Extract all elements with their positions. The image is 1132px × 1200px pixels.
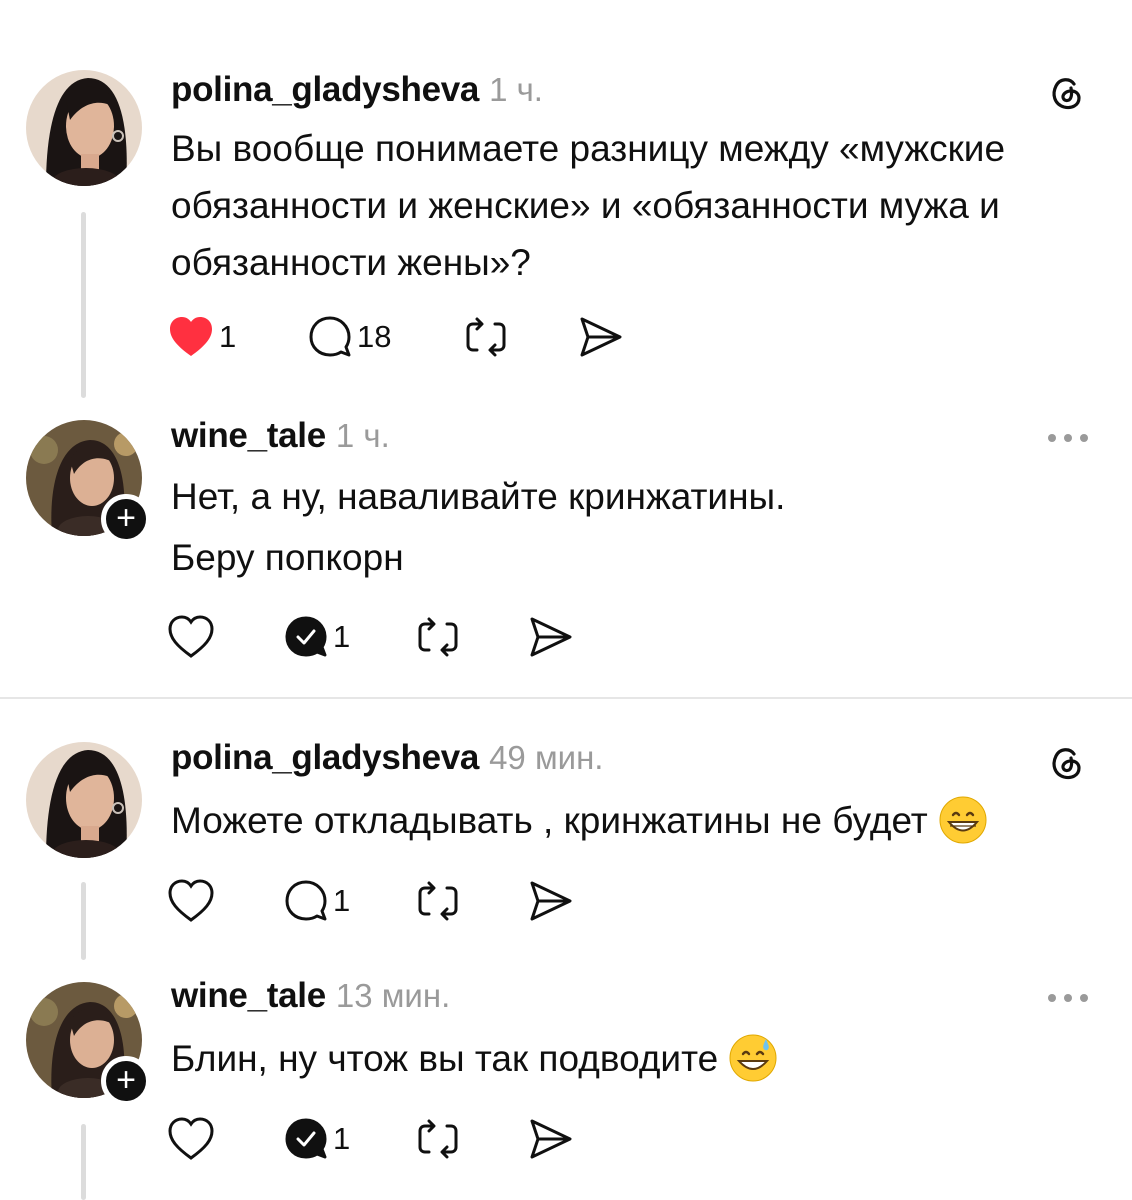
post-text-content: Можете откладывать , кринжатины не будет bbox=[171, 800, 928, 841]
post-text-line: Вы вообще понимаете разницу между «мужск… bbox=[171, 128, 1006, 169]
timestamp: 1 ч. bbox=[489, 71, 543, 108]
like-button[interactable] bbox=[167, 612, 215, 662]
repost-button[interactable] bbox=[463, 312, 509, 362]
like-button[interactable]: 1 bbox=[167, 312, 236, 362]
post-text: Можете откладывать , кринжатины не будет bbox=[171, 792, 1111, 849]
post-header: polina_gladysheva 49 мин. bbox=[171, 738, 603, 784]
like-button[interactable] bbox=[167, 876, 215, 926]
reply-button[interactable]: 1 bbox=[283, 1114, 350, 1164]
thread-line bbox=[81, 882, 86, 960]
follow-button[interactable]: + bbox=[101, 1056, 151, 1106]
username[interactable]: wine_tale bbox=[171, 416, 326, 456]
share-button[interactable] bbox=[527, 1114, 575, 1164]
reply-button[interactable]: 1 bbox=[283, 876, 350, 926]
comment-icon bbox=[285, 880, 327, 921]
like-count: 1 bbox=[219, 319, 237, 354]
reply-count: 1 bbox=[333, 619, 351, 654]
threads-logo-icon[interactable] bbox=[1044, 740, 1088, 784]
share-button[interactable] bbox=[527, 876, 575, 926]
divider bbox=[0, 697, 1132, 699]
grinning-face-with-sweat-emoji bbox=[729, 1034, 777, 1082]
repost-icon bbox=[418, 881, 458, 921]
action-bar: 1 18 bbox=[167, 312, 637, 362]
action-bar: 1 bbox=[167, 1114, 587, 1164]
repost-button[interactable] bbox=[415, 612, 461, 662]
post-text-line: Беру попкорн bbox=[171, 537, 404, 578]
heart-icon bbox=[168, 615, 214, 658]
post-text-content: Блин, ну чтож вы так подводите bbox=[171, 1038, 719, 1079]
thread-line bbox=[81, 212, 86, 398]
repost-button[interactable] bbox=[415, 1114, 461, 1164]
repost-icon bbox=[418, 1119, 458, 1159]
repost-button[interactable] bbox=[415, 876, 461, 926]
send-icon bbox=[530, 617, 572, 657]
action-bar: 1 bbox=[167, 612, 587, 662]
post-text: Нет, а ну, наваливайте кринжатины. Беру … bbox=[171, 468, 1111, 586]
send-icon bbox=[580, 317, 622, 357]
timestamp: 49 мин. bbox=[489, 739, 604, 776]
comment-icon bbox=[309, 316, 351, 357]
avatar-polina[interactable] bbox=[26, 70, 142, 186]
post-text-line: обязанности жены»? bbox=[171, 242, 531, 283]
timestamp: 13 мин. bbox=[335, 977, 451, 1014]
reply-button[interactable]: 18 bbox=[307, 312, 391, 362]
post-text-line: Нет, а ну, наваливайте кринжатины. bbox=[171, 476, 786, 517]
share-button[interactable] bbox=[527, 612, 575, 662]
comment-filled-icon bbox=[285, 616, 327, 657]
send-icon bbox=[530, 1119, 572, 1159]
post-text-line: Блин, ну чтож вы так подводите bbox=[171, 1030, 1111, 1087]
threads-logo-icon[interactable] bbox=[1044, 70, 1088, 114]
post-text-line: обязанности и женские» и «обязанности му… bbox=[171, 185, 1000, 226]
heart-filled-icon bbox=[170, 317, 212, 356]
heart-icon bbox=[168, 1117, 214, 1160]
post-text-line: Можете откладывать , кринжатины не будет bbox=[171, 792, 1111, 849]
reply-count: 18 bbox=[357, 319, 392, 354]
timestamp: 1 ч. bbox=[335, 417, 390, 454]
reply-count: 1 bbox=[333, 1121, 351, 1156]
comment-filled-icon bbox=[285, 1118, 327, 1159]
heart-icon bbox=[168, 879, 214, 922]
post-header: wine_tale 1 ч. bbox=[171, 416, 390, 462]
post-text: Вы вообще понимаете разницу между «мужск… bbox=[171, 120, 1111, 291]
more-icon[interactable] bbox=[1044, 990, 1092, 1006]
post-text: Блин, ну чтож вы так подводите bbox=[171, 1030, 1111, 1087]
username[interactable]: polina_gladysheva bbox=[171, 738, 479, 778]
avatar-polina[interactable] bbox=[26, 742, 142, 858]
like-button[interactable] bbox=[167, 1114, 215, 1164]
share-button[interactable] bbox=[577, 312, 625, 362]
thread-line bbox=[81, 1124, 86, 1200]
post-header: polina_gladysheva 1 ч. bbox=[171, 70, 543, 116]
reply-count: 1 bbox=[333, 883, 351, 918]
send-icon bbox=[530, 881, 572, 921]
username[interactable]: wine_tale bbox=[171, 976, 326, 1016]
reply-button[interactable]: 1 bbox=[283, 612, 350, 662]
grinning-face-emoji bbox=[939, 796, 987, 844]
post-header: wine_tale 13 мин. bbox=[171, 976, 450, 1022]
repost-icon bbox=[466, 317, 506, 357]
repost-icon bbox=[418, 617, 458, 657]
action-bar: 1 bbox=[167, 876, 587, 926]
more-icon[interactable] bbox=[1044, 430, 1092, 446]
follow-button[interactable]: + bbox=[101, 494, 151, 544]
username[interactable]: polina_gladysheva bbox=[171, 70, 479, 110]
